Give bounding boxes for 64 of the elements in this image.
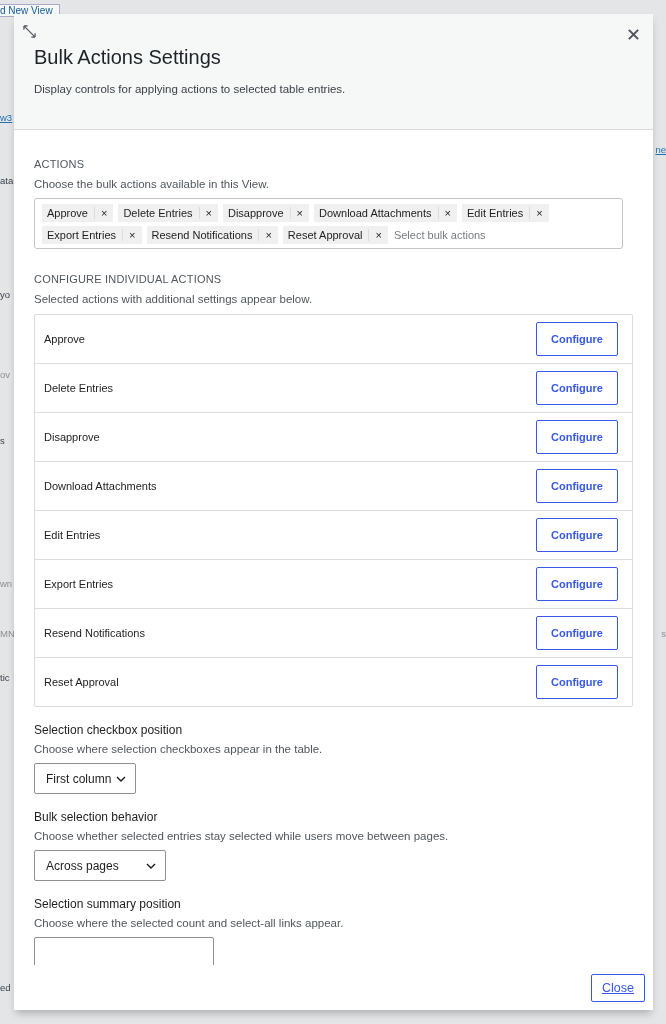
close-button[interactable]: Close bbox=[591, 974, 645, 1002]
configure-button[interactable]: Configure bbox=[536, 518, 618, 552]
action-name: Reset Approval bbox=[44, 676, 119, 688]
chevron-down-icon bbox=[146, 862, 156, 869]
remove-tag-button[interactable]: × bbox=[369, 229, 388, 241]
background-text: ata bbox=[0, 175, 14, 186]
help-text: Choose the bulk actions available in this View. bbox=[34, 178, 271, 190]
remove-tag-button[interactable]: × bbox=[199, 207, 218, 219]
configure-button[interactable]: Configure bbox=[536, 616, 618, 650]
modal-description: Display controls for applying actions to selected table entries. bbox=[34, 83, 347, 95]
action-name: Disapprove bbox=[44, 431, 100, 443]
section-heading: ACTIONS bbox=[34, 158, 86, 170]
action-name: Approve bbox=[44, 333, 85, 345]
action-name: Download Attachments bbox=[44, 480, 157, 492]
dropdown-select[interactable]: First column bbox=[34, 763, 136, 794]
action-tag: Edit Entries bbox=[462, 207, 531, 219]
background-text[interactable]: ne bbox=[655, 144, 666, 155]
remove-tag-button[interactable]: × bbox=[530, 207, 549, 219]
background-text: s bbox=[0, 435, 5, 446]
remove-tag-button[interactable]: × bbox=[438, 207, 457, 219]
action-name: Edit Entries bbox=[44, 529, 101, 541]
help-text: Selected actions with additional settings appear below. bbox=[34, 293, 314, 305]
background-text[interactable]: w3 bbox=[0, 112, 13, 123]
background-text: wn bbox=[0, 578, 13, 589]
configure-button[interactable]: Configure bbox=[536, 469, 618, 503]
configure-button[interactable]: Configure bbox=[536, 567, 618, 601]
dropdown-select[interactable]: Across pages bbox=[34, 850, 166, 881]
action-tag: Disapprove bbox=[222, 207, 291, 219]
bulk-actions-field[interactable]: Approve × Delete Entries × Disapprove × Download Attachments × Edit Entries × Export Entries × Resend Notifications × Reset Approval × Select bulk actions bbox=[34, 198, 623, 249]
help-text: Choose where the selected count and select-all links appear. bbox=[34, 917, 345, 929]
help-text: Choose where selection checkboxes appear in the table. bbox=[34, 743, 324, 755]
chevron-down-icon bbox=[116, 775, 126, 782]
section-heading: CONFIGURE INDIVIDUAL ACTIONS bbox=[34, 273, 223, 285]
action-name: Delete Entries bbox=[44, 382, 114, 394]
background-text: ed bbox=[0, 982, 11, 993]
action-tag: Delete Entries bbox=[118, 207, 200, 219]
action-tag: Export Entries bbox=[42, 229, 124, 241]
setting-label: Bulk selection behavior bbox=[34, 810, 159, 824]
background-text: tic bbox=[0, 672, 10, 683]
remove-tag-button[interactable]: × bbox=[290, 207, 310, 219]
action-tag: Download Attachments bbox=[314, 207, 439, 219]
modal-title: Bulk Actions Settings bbox=[34, 46, 222, 69]
action-tag: Resend Notifications bbox=[146, 229, 260, 241]
configure-button[interactable]: Configure bbox=[536, 322, 618, 356]
expand-icon[interactable] bbox=[23, 25, 36, 38]
configure-button[interactable]: Configure bbox=[536, 665, 618, 699]
setting-label: Selection checkbox position bbox=[34, 723, 184, 737]
background-text: ov bbox=[0, 369, 11, 380]
close-icon[interactable] bbox=[627, 28, 640, 41]
remove-tag-button[interactable]: × bbox=[123, 229, 142, 241]
help-text: Choose whether selected entries stay selected while users move between pages. bbox=[34, 830, 450, 842]
configure-button[interactable]: Configure bbox=[536, 420, 618, 454]
setting-label: Selection summary position bbox=[34, 897, 182, 911]
background-text: s bbox=[661, 628, 666, 639]
action-tag: Approve bbox=[42, 207, 95, 219]
dropdown-select[interactable] bbox=[34, 937, 214, 965]
remove-tag-button[interactable]: × bbox=[95, 207, 114, 219]
background-text: MN bbox=[0, 628, 15, 639]
action-name: Export Entries bbox=[44, 578, 114, 590]
remove-tag-button[interactable]: × bbox=[259, 229, 278, 241]
configure-button[interactable]: Configure bbox=[536, 371, 618, 405]
action-name: Resend Notifications bbox=[44, 627, 145, 639]
background-text: yo bbox=[0, 289, 11, 300]
action-tag: Reset Approval bbox=[282, 229, 370, 241]
